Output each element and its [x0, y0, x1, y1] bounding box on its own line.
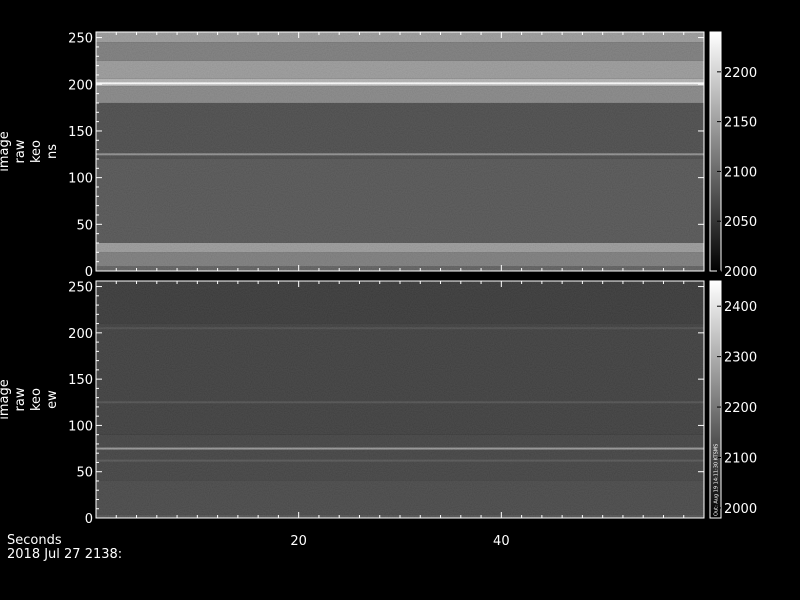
colorbar-tick-label: 2300 — [724, 351, 757, 366]
colorbar-tick-label: 2000 — [724, 502, 757, 517]
heatmap-noise — [96, 32, 704, 271]
y-axis-label-word: ew — [45, 390, 60, 409]
y-tick-label: 0 — [85, 265, 93, 280]
y-axis-label-word: ns — [45, 144, 60, 159]
y-tick-label: 50 — [76, 218, 93, 233]
heatmap-noise — [96, 281, 704, 518]
y-tick-label: 250 — [68, 281, 93, 296]
x-tick-label: 40 — [493, 534, 510, 549]
colorbar-tick-label: 2400 — [724, 300, 757, 315]
y-tick-label: 200 — [68, 78, 93, 93]
colorbar-tick-label: 2000 — [724, 265, 757, 280]
y-tick-label: 150 — [68, 373, 93, 388]
keogram-figure: 050100150200250image raw keo ns 20002050210… — [0, 31, 757, 562]
y-axis-label-word: raw — [13, 139, 28, 163]
colorbar-gradient — [709, 31, 722, 272]
colorbar-ew: 2000 2100 2200 2300 2400 Out: Aug 19 14:11:30… — [709, 280, 757, 519]
y-axis-label-word: keo — [29, 388, 44, 411]
y-tick-label: 200 — [68, 327, 93, 342]
keogram-image-ew — [96, 281, 704, 518]
colorbar-tick-label: 2150 — [724, 116, 757, 131]
y-tick-label: 250 — [68, 32, 93, 47]
y-axis-label-word: raw — [13, 387, 28, 411]
colorbar-tick-label: 2100 — [724, 451, 757, 466]
panel-ew: 0 50 100 150 200 250 20 40 image raw keo ew 2000 210… — [0, 280, 757, 549]
y-tick-label: 50 — [76, 466, 93, 481]
x-tick-label: 20 — [290, 534, 307, 549]
y-tick-label: 100 — [68, 172, 93, 187]
y-axis-label-word: keo — [29, 140, 44, 163]
keogram-image-ns — [96, 32, 704, 271]
colorbar-tick-label: 2200 — [724, 401, 757, 416]
colorbar-tick-label: 2050 — [724, 215, 757, 230]
y-tick-label: 0 — [85, 512, 93, 527]
y-tick-label: 150 — [68, 125, 93, 140]
date-label: 2018 Jul 27 2138: — [7, 547, 122, 562]
y-tick-label: 100 — [68, 419, 93, 434]
colorbar-annotation: Out: Aug 19 14:11:30 KTSMS — [714, 444, 720, 516]
colorbar-ns: 2000 2050 2100 2150 2200 — [709, 31, 757, 280]
x-axis-title: Seconds — [7, 533, 62, 548]
colorbar-tick-label: 2100 — [724, 165, 757, 180]
y-axis-label-word: image — [0, 131, 12, 172]
y-axis-label-word: image — [0, 379, 12, 420]
panel-ns: 0 50 100 150 200 250 image raw keo ns 2000 2050 210… — [0, 31, 757, 280]
colorbar-tick-label: 2200 — [724, 66, 757, 81]
